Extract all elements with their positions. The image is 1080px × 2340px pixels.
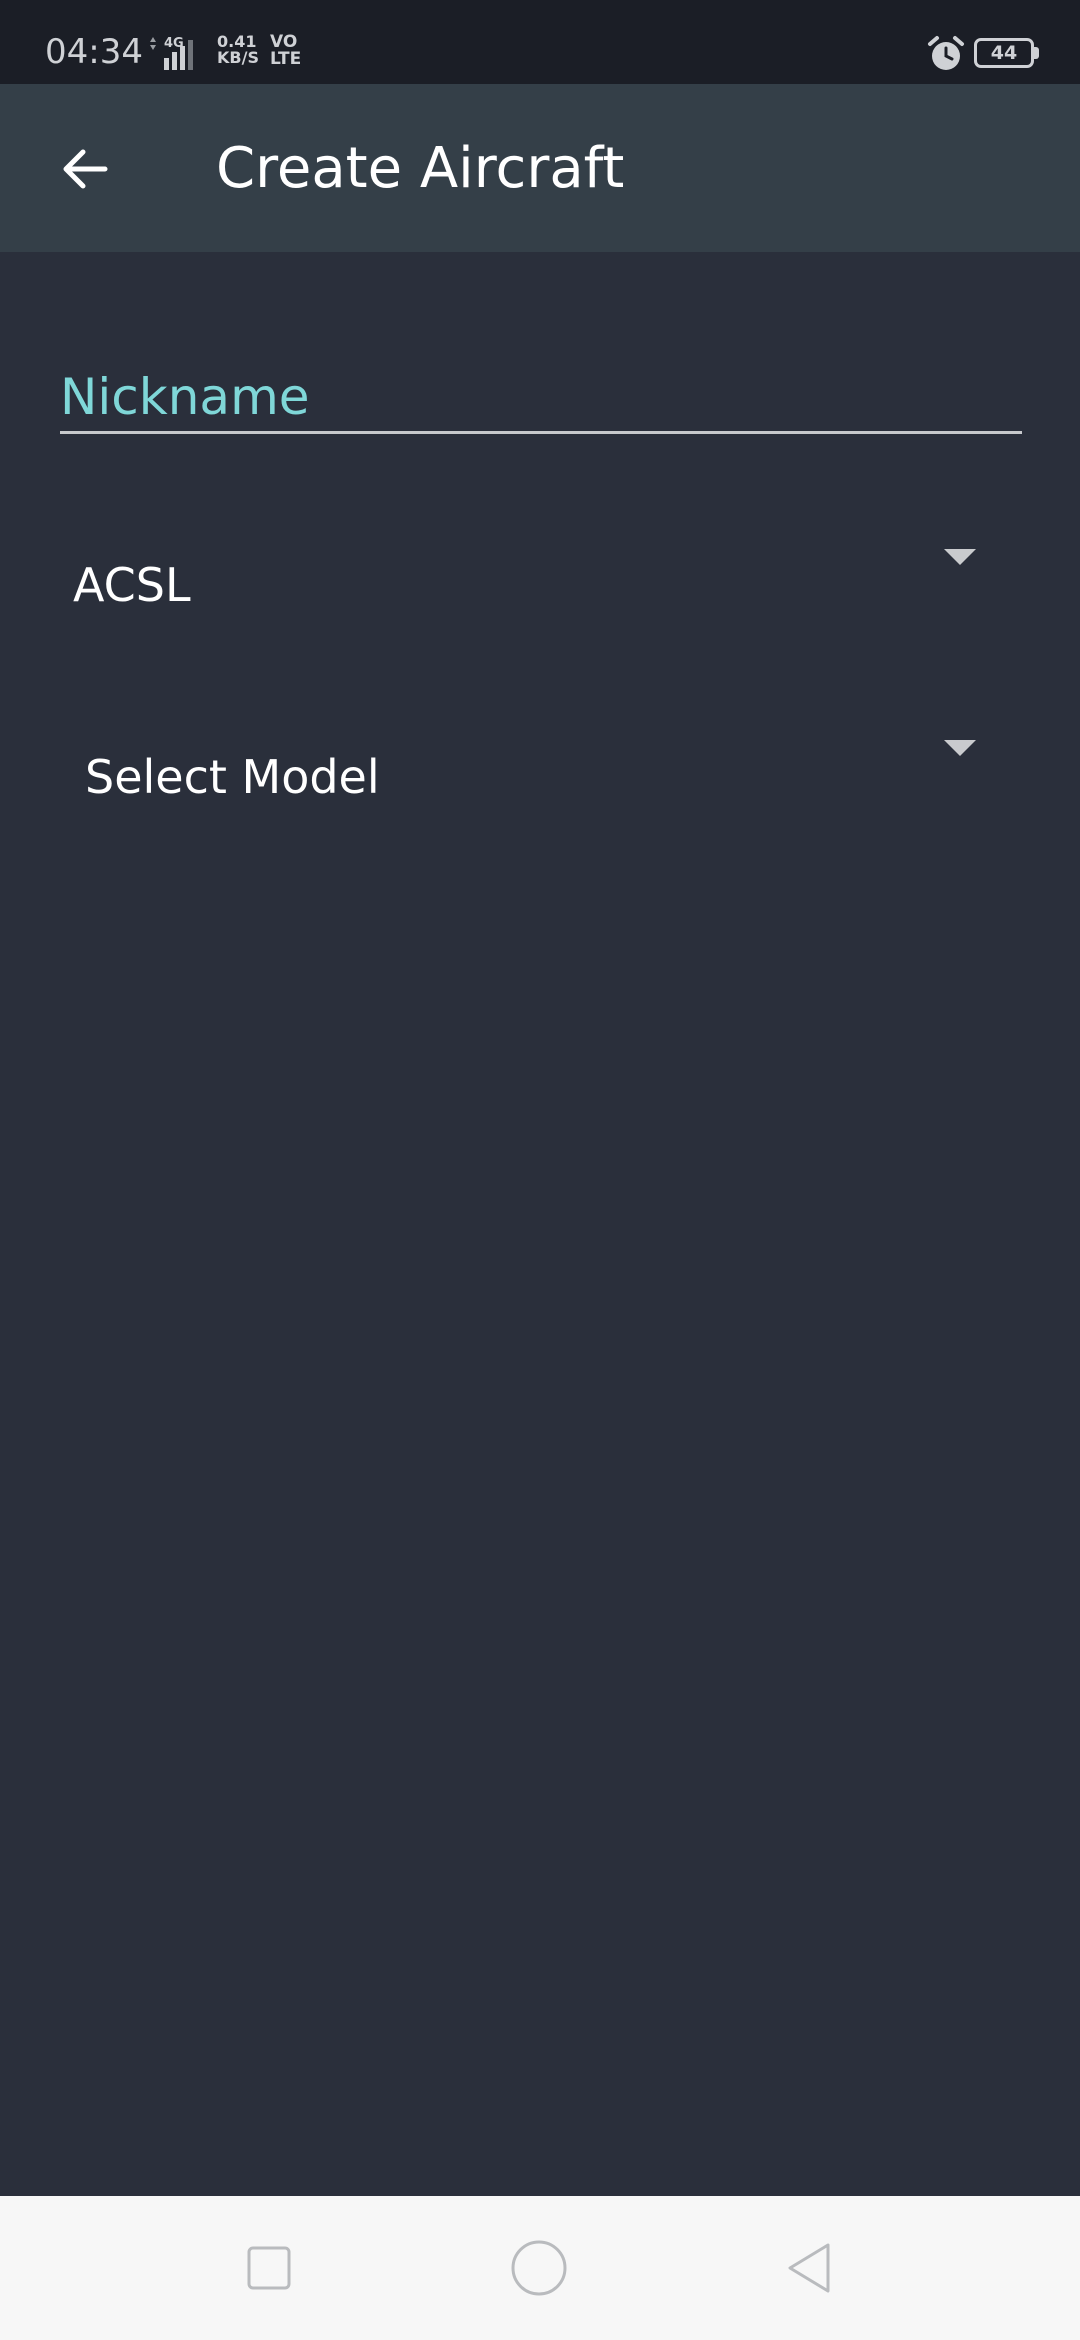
- home-button[interactable]: [503, 2232, 575, 2304]
- status-time: 04:34: [45, 32, 143, 72]
- nickname-input[interactable]: [60, 362, 1022, 434]
- alarm-icon: [928, 36, 964, 70]
- network-speed-unit: KB/S: [217, 48, 259, 67]
- network-speed: 0.41 KB/S: [217, 34, 259, 66]
- model-selected-value: Select Model: [85, 750, 380, 804]
- dropdown-arrow-icon: [944, 740, 976, 756]
- battery-level: 44: [990, 42, 1018, 64]
- recents-button[interactable]: [233, 2232, 305, 2304]
- manufacturer-selected-value: ACSL: [73, 558, 191, 612]
- battery-cap: [1034, 47, 1039, 59]
- arrow-left-icon: [63, 149, 108, 189]
- page-title: Create Aircraft: [216, 136, 625, 201]
- status-bar: 04:34 4G 0.41 KB/S VO LTE 44: [0, 0, 1080, 84]
- square-icon: [247, 2246, 291, 2290]
- model-dropdown[interactable]: Select Model: [60, 719, 1022, 829]
- back-button[interactable]: [40, 124, 130, 214]
- volte-bottom: LTE: [270, 49, 302, 69]
- manufacturer-dropdown[interactable]: ACSL: [60, 527, 1022, 637]
- triangle-back-icon: [788, 2243, 830, 2293]
- system-navigation-bar: [0, 2196, 1080, 2340]
- app-bar: Create Aircraft: [0, 84, 1080, 252]
- circle-icon: [511, 2240, 567, 2296]
- volte-indicator: VO LTE: [270, 34, 301, 68]
- battery-icon: 44: [974, 38, 1034, 68]
- dropdown-arrow-icon: [944, 549, 976, 565]
- network-type: 4G: [164, 36, 184, 51]
- system-back-button[interactable]: [773, 2232, 845, 2304]
